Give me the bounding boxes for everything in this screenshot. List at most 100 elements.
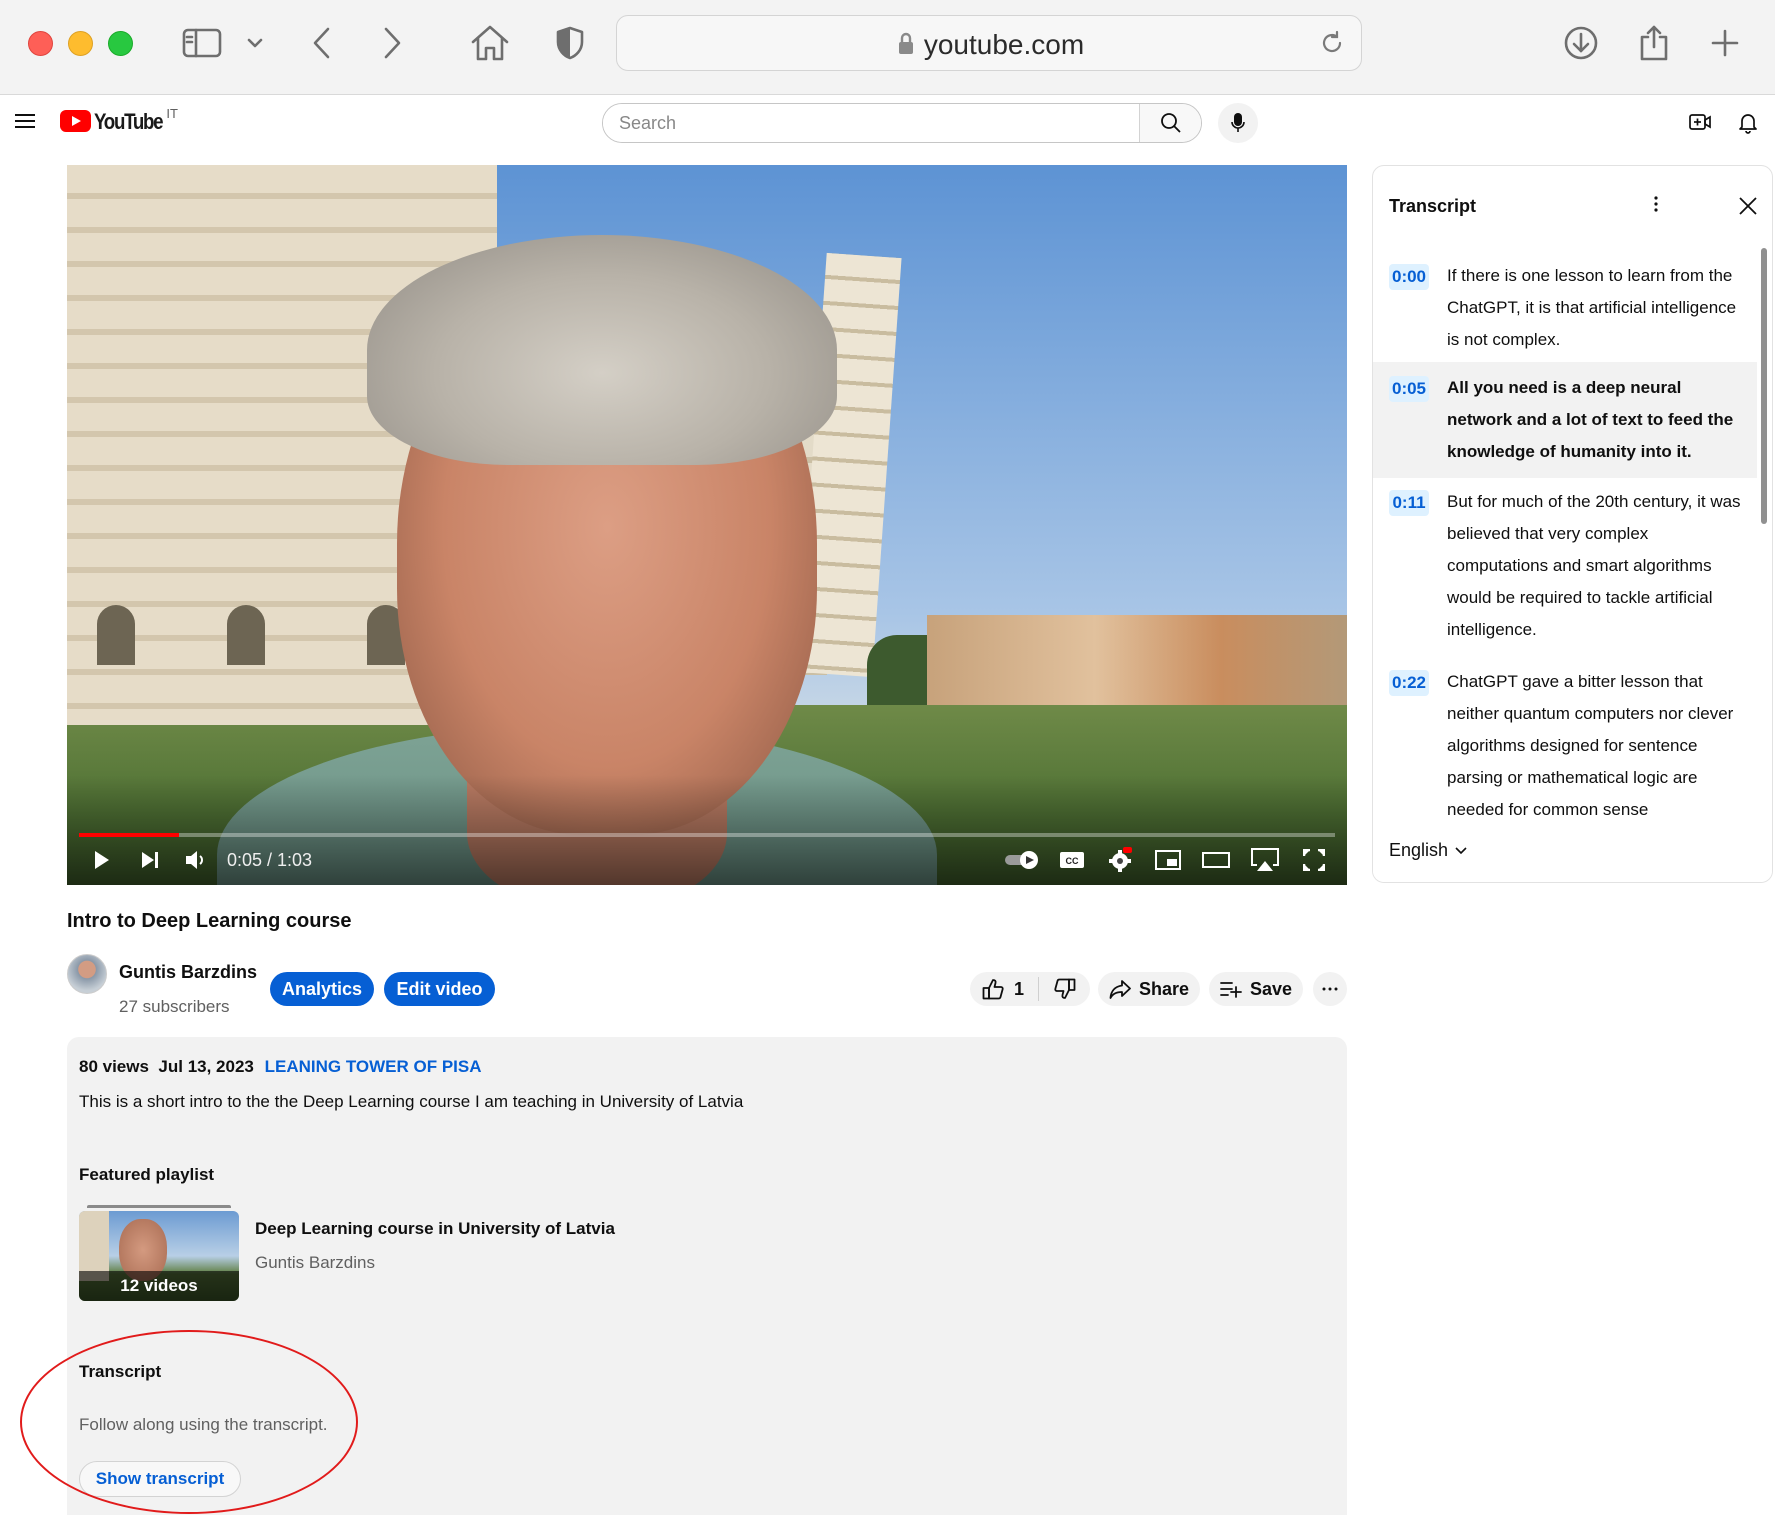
more-actions-button[interactable] [1313,972,1347,1006]
create-video-icon[interactable] [1688,110,1712,139]
shield-icon[interactable] [552,20,588,66]
video-player[interactable]: 0:05 / 1:03 CC [67,165,1347,885]
upload-date: Jul 13, 2023 [158,1057,254,1076]
share-label: Share [1138,978,1190,999]
minimize-window-button[interactable] [68,31,93,56]
search-box [602,103,1202,143]
thumbs-down-icon [1053,978,1075,999]
dislike-button[interactable] [1039,978,1090,1000]
like-button[interactable]: 1 [970,978,1038,1000]
language-select[interactable]: English [1389,840,1468,861]
playlist-video-count: 12 videos [79,1271,239,1301]
add-to-playlist-icon [1220,982,1242,998]
next-video-icon[interactable] [135,845,165,875]
volume-icon[interactable] [181,845,211,875]
segment-timestamp[interactable]: 0:00 [1389,264,1429,290]
forward-icon[interactable] [378,20,406,66]
subtitles-icon[interactable]: CC [1057,845,1087,875]
browser-toolbar: youtube.com [0,0,1775,95]
description-text: This is a short intro to the the Deep Le… [79,1092,744,1111]
url-text: youtube.com [923,29,1085,60]
share-button[interactable]: Share [1098,972,1200,1006]
transcript-segment[interactable]: 0:11 But for much of the 20th century, i… [1373,478,1757,658]
zoom-window-button[interactable] [108,31,133,56]
thumbs-up-icon [982,979,1004,1000]
search-input[interactable] [603,104,1139,142]
fullscreen-icon[interactable] [1299,845,1329,875]
airplay-icon[interactable] [1249,845,1281,875]
chevron-down-icon[interactable] [244,20,266,66]
time-display: 0:05 / 1:03 [227,850,313,870]
home-icon[interactable] [468,20,512,66]
new-tab-icon[interactable] [1708,20,1742,66]
close-icon[interactable] [1738,196,1758,221]
video-frame-houses [927,615,1347,705]
logo-text: YouTube [94,109,164,134]
search-icon [1160,113,1181,133]
transcript-segment-active[interactable]: 0:05 All you need is a deep neural netwo… [1373,362,1757,478]
playlist-title[interactable]: Deep Learning course in University of La… [255,1219,615,1239]
notifications-bell-icon[interactable] [1736,110,1760,139]
transcript-panel: Transcript 0:00 If there is one lesson t… [1372,165,1773,883]
voice-search-button[interactable] [1218,103,1258,143]
hamburger-menu-icon[interactable] [15,112,35,135]
description-meta: 80 views Jul 13, 2023 LEANING TOWER OF P… [79,1057,482,1077]
address-bar[interactable]: youtube.com [616,15,1362,71]
search-button[interactable] [1139,104,1201,142]
save-button[interactable]: Save [1209,972,1303,1006]
segment-text: All you need is a deep neural network an… [1447,378,1734,461]
segment-timestamp[interactable]: 0:11 [1389,490,1429,516]
language-label: English [1389,840,1449,860]
miniplayer-icon[interactable] [1153,845,1183,875]
settings-gear-icon[interactable] [1105,845,1135,875]
segment-text: But for much of the 20th century, it was… [1447,492,1741,639]
progress-bar[interactable] [79,833,1335,837]
analytics-button[interactable]: Analytics [270,972,374,1006]
channel-name[interactable]: Guntis Barzdins [119,962,257,983]
subscriber-count: 27 subscribers [119,997,230,1016]
transcript-footer: English [1373,822,1772,882]
segment-text: ChatGPT gave a bitter lesson that neithe… [1447,672,1734,819]
chevron-down-icon [1455,846,1467,854]
video-title: Intro to Deep Learning course [67,910,352,932]
playlist-owner[interactable]: Guntis Barzdins [255,1253,375,1273]
region-code: IT [166,106,178,121]
featured-playlist-heading: Featured playlist [79,1165,215,1184]
more-horizontal-icon [1322,987,1338,991]
segment-timestamp[interactable]: 0:22 [1389,670,1429,696]
playlist-thumbnail[interactable]: 12 videos [79,1211,239,1301]
share-icon[interactable] [1636,20,1672,66]
sidebar-icon[interactable] [180,20,224,66]
transcript-segment[interactable]: 0:22 ChatGPT gave a bitter lesson that n… [1373,658,1757,838]
location-tag[interactable]: LEANING TOWER OF PISA [265,1057,482,1076]
transcript-section-subtitle: Follow along using the transcript. [79,1415,328,1434]
segment-timestamp[interactable]: 0:05 [1389,376,1429,402]
svg-text:CC: CC [1066,856,1079,866]
autoplay-toggle[interactable] [1002,845,1042,875]
share-arrow-icon [1109,980,1131,999]
close-window-button[interactable] [28,31,53,56]
save-label: Save [1249,978,1293,999]
transcript-panel-title: Transcript [1389,196,1477,216]
transcript-segment[interactable]: 0:00 If there is one lesson to learn fro… [1373,256,1757,368]
reload-icon[interactable] [1319,30,1345,61]
progress-fill [79,833,180,837]
theater-mode-icon[interactable] [1201,845,1231,875]
youtube-play-icon [60,110,91,132]
download-icon[interactable] [1562,20,1600,66]
segment-text: If there is one lesson to learn from the… [1447,266,1737,349]
playlist-stack-edge [87,1205,231,1208]
back-icon[interactable] [308,20,336,66]
show-transcript-button[interactable]: Show transcript [79,1461,241,1497]
microphone-icon [1231,113,1245,132]
transcript-scrollbar[interactable] [1761,248,1767,524]
video-frame-hair [367,235,837,465]
play-icon[interactable] [87,845,117,875]
more-vertical-icon[interactable] [1653,194,1659,219]
channel-avatar[interactable] [67,954,107,994]
view-count: 80 views [79,1057,149,1076]
like-dislike-group: 1 [970,972,1090,1006]
youtube-logo[interactable]: YouTube IT [60,106,178,134]
description-box[interactable]: 80 views Jul 13, 2023 LEANING TOWER OF P… [67,1037,1347,1515]
edit-video-button[interactable]: Edit video [384,972,495,1006]
